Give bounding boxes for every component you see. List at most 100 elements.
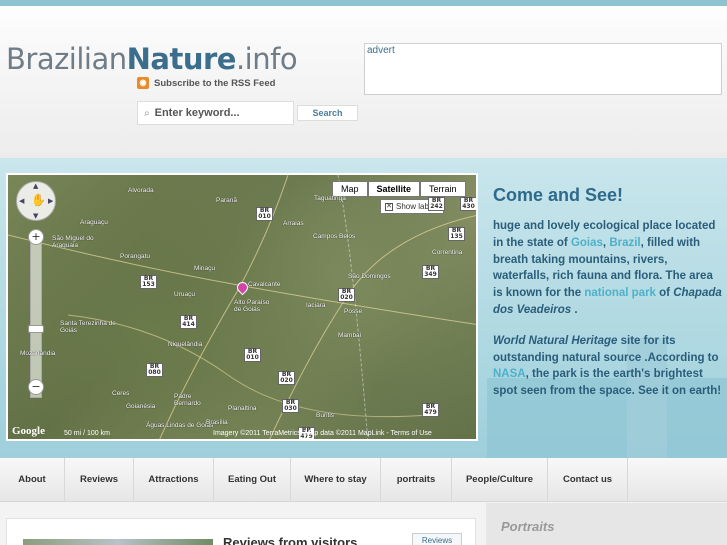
map-place-label: Taguatinga: [314, 195, 346, 202]
road-shield: BR 010: [244, 348, 261, 362]
map-scale: 50 mi / 100 km: [64, 430, 110, 437]
map-place-label: Alvorada: [128, 187, 154, 194]
map-place-label: Buritis: [316, 412, 335, 419]
map-place-label: Goianésia: [126, 403, 156, 410]
reviews-panel: Reviews from visitors Reviews: [6, 518, 476, 545]
search-button[interactable]: Search: [297, 105, 358, 121]
reviews-title[interactable]: Reviews from visitors: [223, 535, 357, 545]
map-place-label: Ceres: [112, 390, 130, 397]
sidebar-portraits: Portraits: [486, 503, 727, 545]
nav-about[interactable]: About: [0, 458, 65, 502]
road-shield: BR 430: [460, 197, 476, 211]
map-place-label: Araguaçu: [80, 219, 108, 226]
rss-feed-link[interactable]: ◉ Subscribe to the RSS Feed: [137, 76, 275, 90]
link-national-park[interactable]: national park: [584, 287, 656, 299]
text-world-heritage: World Natural Heritage: [493, 334, 618, 347]
road-shield: BR 010: [256, 207, 273, 221]
sidebar-title: Portraits: [501, 519, 555, 534]
road-shield: BR 080: [146, 363, 163, 377]
hero-description: huge and lovely ecological place located…: [493, 218, 723, 414]
scale-miles: 50 mi: [64, 430, 82, 437]
map-footer: Google 50 mi / 100 km Imagery ©2011 Terr…: [8, 425, 476, 439]
map-place-label: Mambaí: [338, 332, 362, 339]
nav-contact-us[interactable]: Contact us: [548, 458, 628, 502]
search-input[interactable]: [154, 107, 285, 119]
google-logo[interactable]: Google: [12, 425, 45, 437]
advert-label: advert: [367, 45, 395, 56]
map-credits[interactable]: Imagery ©2011 TerraMetrics, Map data ©20…: [213, 430, 432, 437]
map-place-label: Cavalcante: [248, 281, 281, 288]
google-map[interactable]: Map Satellite Terrain ✕ Show labels ✋ ▲ …: [6, 173, 478, 441]
road-shield: BR 153: [140, 275, 157, 289]
text: of: [655, 287, 674, 300]
map-place-label: Padre Bernardo: [174, 393, 201, 407]
zoom-slider[interactable]: [30, 233, 42, 398]
link-nasa[interactable]: NASA: [493, 368, 526, 380]
map-place-label: São Miguel do Araguaia: [52, 235, 94, 249]
map-place-label: Arraias: [283, 220, 304, 227]
nav-eating-out[interactable]: Eating Out: [214, 458, 291, 502]
map-place-label: São Domingos: [348, 273, 391, 280]
main-navigation: About Reviews Attractions Eating Out Whe…: [0, 458, 727, 502]
map-type-terrain[interactable]: Terrain: [420, 181, 466, 197]
hero-heading: Come and See!: [493, 185, 624, 205]
search-box: ⌕: [137, 101, 294, 125]
map-place-label: Campos Belos: [313, 233, 356, 240]
advert-box[interactable]: advert: [364, 43, 722, 95]
nav-people-culture[interactable]: People/Culture: [452, 458, 548, 502]
hero-paragraph-2: World Natural Heritage site for its outs…: [493, 333, 723, 400]
road-shield: BR 030: [282, 399, 299, 413]
text: , the park is the earth's brightest spot…: [493, 368, 722, 398]
link-brazil[interactable]: Brazil: [609, 237, 640, 249]
map-type-control: Map Satellite Terrain: [332, 181, 466, 197]
nav-reviews[interactable]: Reviews: [65, 458, 134, 502]
map-place-label: Posse: [344, 308, 363, 315]
zoom-out-button[interactable]: −: [28, 379, 44, 395]
checkbox-icon: ✕: [385, 202, 393, 211]
text: .: [571, 303, 578, 316]
site-header: BrazilianNature.info ◉ Subscribe to the …: [0, 6, 727, 158]
link-goias[interactable]: Goias: [571, 237, 603, 249]
hand-icon: ✋: [31, 193, 46, 207]
site-logo[interactable]: BrazilianNature.info: [6, 42, 298, 76]
map-place-label: Minaçu: [194, 265, 215, 272]
arrow-up-icon[interactable]: ▲: [33, 182, 38, 190]
road-shield: BR 479: [422, 403, 439, 417]
map-place-label: Paranã: [216, 197, 237, 204]
rss-icon: ◉: [137, 77, 149, 89]
reviews-tag[interactable]: Reviews: [412, 533, 462, 545]
map-place-label: Planaltina: [228, 405, 257, 412]
nav-portraits[interactable]: portraits: [381, 458, 452, 502]
map-place-label: Correntina: [432, 249, 463, 256]
map-type-satellite[interactable]: Satellite: [367, 181, 421, 197]
road-shield: BR 349: [422, 265, 439, 279]
logo-text-nature: Nature: [126, 42, 237, 76]
road-shield: BR 020: [338, 288, 355, 302]
nav-where-to-stay[interactable]: Where to stay: [291, 458, 381, 502]
scale-km: 100 km: [86, 430, 110, 437]
hero-paragraph-1: huge and lovely ecological place located…: [493, 218, 723, 319]
map-place-label: Iaciara: [306, 302, 326, 309]
logo-text-info: .info: [235, 42, 298, 76]
map-place-label: Niquelândia: [168, 341, 203, 348]
search-icon: ⌕: [144, 107, 150, 119]
zoom-in-button[interactable]: +: [28, 229, 44, 245]
road-shield: BR 414: [180, 315, 197, 329]
review-thumbnail[interactable]: [23, 539, 213, 545]
road-shield: BR 020: [278, 371, 295, 385]
logo-text-brazilian: Brazilian: [6, 42, 127, 76]
arrow-right-icon[interactable]: ▶: [48, 197, 53, 205]
map-place-label: Uruaçu: [174, 291, 195, 298]
nav-attractions[interactable]: Attractions: [134, 458, 214, 502]
road-shield: BR 242: [428, 197, 445, 211]
pan-control[interactable]: ✋ ▲ ▼ ◀ ▶: [16, 181, 56, 221]
map-place-label: Porangatu: [120, 253, 150, 260]
map-place-label: Mozarlândia: [20, 350, 56, 357]
map-place-label: Alto Paraíso de Goiás: [234, 299, 270, 313]
arrow-down-icon[interactable]: ▼: [33, 212, 38, 220]
arrow-left-icon[interactable]: ◀: [19, 197, 24, 205]
rss-label: Subscribe to the RSS Feed: [154, 77, 276, 89]
map-place-label: Santa Terezinha de Goiás: [60, 320, 116, 334]
road-shield: BR 135: [448, 227, 465, 241]
zoom-slider-handle[interactable]: [28, 325, 44, 333]
